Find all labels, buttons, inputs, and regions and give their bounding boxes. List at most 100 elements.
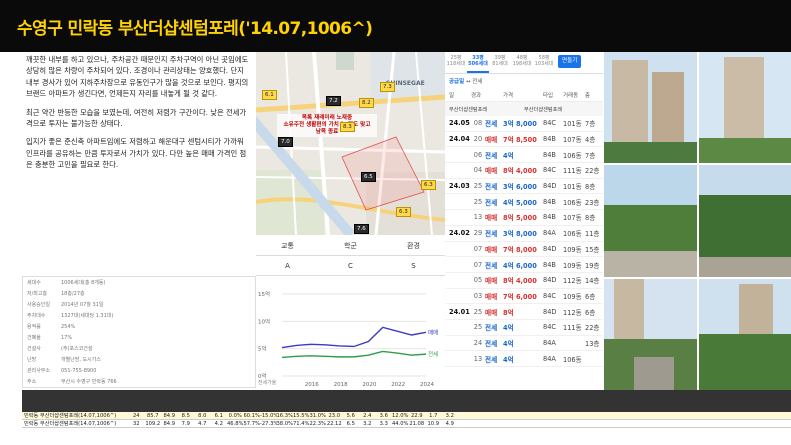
grade-header-row: 교통 학군 환경	[256, 236, 445, 256]
tx-row[interactable]: 25 전세 4억 5,000 84B 106동 23층	[445, 194, 603, 211]
info-row: 관리사무소 051-755-8900	[23, 365, 255, 376]
description-paragraph: 입지가 좋은 준신축 아파트임에도 저렴하고 해운대구 센텀시티가 가까워 인프…	[26, 137, 247, 170]
comparison-cell: 0.0%	[228, 412, 242, 419]
map-pin[interactable]: 7.0	[278, 137, 293, 147]
info-key: 관리사무소	[27, 368, 51, 374]
map-pin[interactable]: 7.3	[380, 82, 395, 92]
tx-row[interactable]: 07 매매 7억 8,000 84D 109동 15층	[445, 242, 603, 258]
tx-area: 84C	[543, 119, 556, 128]
tab-size[interactable]: 58평 103세대	[533, 52, 555, 73]
size-tabs: 25평 118세대 33평 506세대 39평 81세대 48평 198세대 58평 10…	[445, 52, 603, 74]
photo-tower[interactable]	[604, 52, 697, 163]
swap-arrow-icon[interactable]: ↔	[466, 79, 471, 85]
tab-size[interactable]: 48평 198세대	[511, 52, 533, 73]
tx-banner-left: 부산더샵센텀포레	[449, 106, 488, 113]
tx-toolbar-prefix[interactable]: 공급일	[449, 79, 464, 85]
info-row: 주차대수 1327대(세대당 1.31대)	[23, 310, 255, 321]
map-pin[interactable]: 6.5	[361, 172, 376, 182]
map-pin[interactable]: 8.2	[359, 98, 374, 108]
tab-size[interactable]: 25평 118세대	[445, 52, 467, 73]
photo-landscape-image	[699, 165, 791, 277]
comparison-row[interactable]: 민락동 부산더샵센텀포레(14.07,1006^) 32 109.2 84.9 7.9 4…	[22, 420, 791, 428]
map-pin[interactable]: 6.1	[262, 90, 277, 100]
map-pin[interactable]: 6.3	[421, 180, 436, 190]
tx-area: 84C	[543, 323, 556, 332]
info-key: 주소	[27, 379, 37, 385]
tx-row[interactable]: 24 전세 4억 84A 13층	[445, 336, 603, 352]
info-row: 저/최고층 18층/27층	[23, 288, 255, 299]
tx-area: 84C	[543, 291, 556, 300]
tx-row[interactable]: 25 전세 4억 84C 111동 22층	[445, 320, 603, 336]
tx-date: 24.02	[449, 229, 470, 238]
tx-dong: 106동	[563, 198, 582, 207]
info-row: 난방 개별난방, 도시가스	[23, 354, 255, 365]
tx-row[interactable]: 13 매매 8억 5,000 84B 107동 8층	[445, 210, 603, 226]
location-map[interactable]: SHINSEGAE 목록 재래미래 노재중 소유주전 생활편의 가치 는 지도 …	[256, 52, 445, 235]
comparison-cell: 21.08	[409, 420, 425, 427]
tx-col-header: 일	[449, 92, 455, 99]
tx-type: 매매	[485, 245, 498, 254]
tx-day: 25	[473, 323, 483, 332]
tx-col-header: 거래동	[563, 92, 579, 99]
tx-row[interactable]: 24.01 25 매매 8억 84D 112동 6층	[445, 304, 603, 320]
tx-dong: 109동	[563, 245, 582, 254]
tab-action-button[interactable]: 면들기	[558, 55, 582, 68]
photo-street[interactable]	[604, 279, 697, 390]
map-pin[interactable]: 6.3	[396, 207, 411, 217]
tx-price: 4억	[503, 324, 514, 333]
x-tick-label: 2018	[334, 382, 348, 388]
tx-header-row: 일 경과 가격 타입 거래동 층	[445, 88, 603, 102]
comparison-cell: 44.0%	[392, 420, 409, 427]
tx-row[interactable]: 24.04 20 매매 7억 8,500 84B 107동 4층	[445, 132, 603, 148]
tx-floor: 8층	[585, 214, 596, 223]
tx-row[interactable]: 24.03 25 전세 3억 6,000 84D 101동 8층	[445, 179, 603, 195]
comparison-cell: 8.0	[198, 412, 207, 419]
tx-row[interactable]: 06 전세 4억 84B 106동 7층	[445, 147, 603, 164]
comparison-cell: 6.1	[214, 412, 223, 419]
info-row: 세대수 1006세대(총 8개동)	[23, 277, 255, 288]
price-chart-svg: 15억 10억 5억 0억 2016 2018 2020 2022 2024 매매전세전세가율	[258, 290, 438, 388]
tx-banner-right: 부산더샵센텀포레	[524, 106, 563, 113]
tx-toolbar-suffix[interactable]: 전세	[472, 79, 482, 85]
tx-type: 전세	[485, 339, 498, 348]
tx-floor: 22층	[585, 167, 600, 176]
photo-gallery	[603, 52, 791, 390]
tx-floor: 13층	[585, 339, 600, 348]
photo-landscape[interactable]	[604, 165, 697, 277]
tx-type: 전세	[485, 324, 498, 333]
tx-row[interactable]: 24.02 29 전세 3억 8,000 84A 106동 11층	[445, 226, 603, 242]
tx-row[interactable]: 03 매매 7억 6,000 84C 109동 6층	[445, 289, 603, 305]
grade-header: 교통	[281, 241, 294, 250]
photo-tower-image	[604, 52, 697, 163]
tx-day: 13	[473, 213, 483, 222]
tx-price: 4억	[503, 355, 514, 364]
comparison-row[interactable]: 민락동 부산더샵센텀포레(14.07,1006^) 24 85.7 84.9 8.5 8.…	[22, 412, 791, 420]
photo-tower[interactable]	[699, 52, 791, 163]
tx-area: 84D	[543, 244, 557, 253]
map-pin[interactable]: 7.2	[326, 96, 341, 106]
photo-street[interactable]	[699, 279, 791, 390]
complex-info-card: 세대수 1006세대(총 8개동) 저/최고층 18층/27층 사용승인일 2014년 0…	[22, 276, 256, 396]
info-key: 건설사	[27, 346, 41, 352]
tx-row[interactable]: 05 매매 8억 4,000 84D 112동 14층	[445, 273, 603, 289]
tx-row[interactable]: 07 전세 4억 6,000 84B 109동 19층	[445, 257, 603, 273]
tx-price: 8억 5,000	[503, 214, 537, 223]
map-pin[interactable]: 8.3	[340, 122, 355, 132]
info-value: 18층/27층	[61, 291, 85, 297]
tab-size-active[interactable]: 33평 506세대	[467, 52, 489, 73]
tx-row[interactable]: 04 매매 8억 4,000 84C 111동 22층	[445, 163, 603, 179]
photo-street-image	[699, 279, 791, 390]
info-key: 난방	[27, 357, 37, 363]
grade-header: 환경	[407, 241, 420, 250]
tx-area: 84D	[543, 307, 557, 316]
tx-row[interactable]: 24.05 08 전세 3억 8,000 84C 101동 7층	[445, 116, 603, 132]
info-row: 주소 부산시 수영구 민락동 766	[23, 376, 255, 387]
map-pin[interactable]: 7.6	[354, 224, 369, 234]
tx-type: 전세	[485, 198, 498, 207]
tab-size[interactable]: 39평 81세대	[489, 52, 511, 73]
photo-landscape[interactable]	[699, 165, 791, 277]
tx-row[interactable]: 13 전세 4억 84A 106동	[445, 351, 603, 367]
tx-area: 84B	[543, 197, 556, 206]
series-label: 전세	[428, 350, 438, 358]
tx-date: 24.01	[449, 307, 470, 316]
